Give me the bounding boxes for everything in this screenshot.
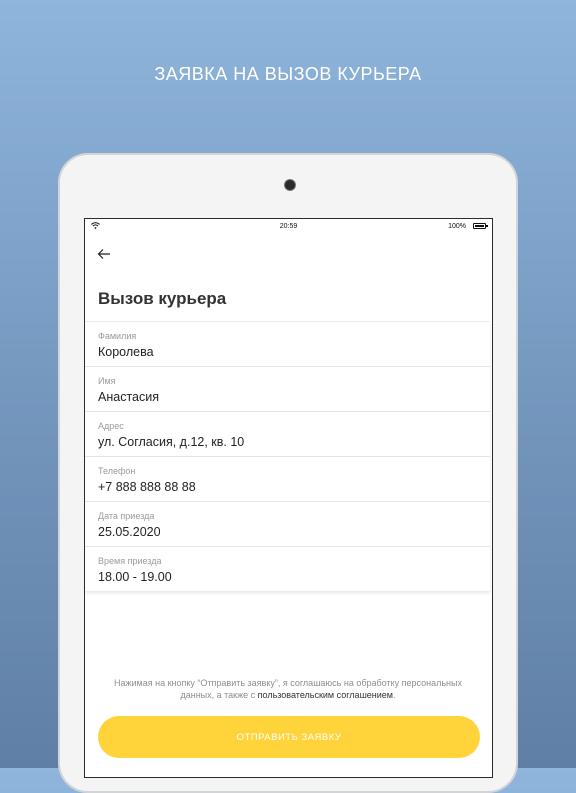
surname-field[interactable]: Фамилия Королева bbox=[85, 322, 490, 367]
field-value: 18.00 - 19.00 bbox=[98, 570, 172, 584]
field-value: 25.05.2020 bbox=[98, 525, 161, 539]
user-agreement-link[interactable]: пользовательским соглашением bbox=[258, 690, 393, 700]
back-button[interactable] bbox=[97, 245, 111, 266]
back-arrow-icon bbox=[97, 249, 110, 259]
field-label: Телефон bbox=[98, 466, 136, 476]
camera-icon bbox=[284, 179, 296, 191]
field-value: ул. Согласия, д.12, кв. 10 bbox=[98, 435, 245, 449]
field-label: Имя bbox=[98, 376, 116, 386]
field-label: Фамилия bbox=[98, 331, 137, 341]
arrival-date-field[interactable]: Дата приезда 25.05.2020 bbox=[85, 502, 490, 547]
battery-percent: 100% bbox=[448, 223, 466, 230]
field-label: Адрес bbox=[98, 421, 124, 431]
name-field[interactable]: Имя Анастасия bbox=[85, 367, 490, 412]
battery-icon bbox=[473, 223, 488, 229]
field-value: Анастасия bbox=[98, 390, 159, 404]
consent-text: Нажимая на кнопку “Отправить заявку”, я … bbox=[103, 677, 473, 701]
app-screen: 20:59 100% Вызов курьера Фамилия Королев… bbox=[84, 218, 493, 778]
address-field[interactable]: Адрес ул. Согласия, д.12, кв. 10 bbox=[85, 412, 490, 457]
field-label: Дата приезда bbox=[98, 511, 155, 521]
page-title: Вызов курьера bbox=[98, 289, 227, 308]
courier-form: Фамилия Королева Имя Анастасия Адрес ул.… bbox=[85, 321, 490, 591]
phone-field[interactable]: Телефон +7 888 888 88 88 bbox=[85, 457, 490, 502]
status-bar: 20:59 100% bbox=[85, 219, 492, 235]
consent-text-after: . bbox=[392, 690, 396, 700]
arrival-time-field[interactable]: Время приезда 18.00 - 19.00 bbox=[85, 547, 490, 591]
promo-title: ЗАЯВКА НА ВЫЗОВ КУРЬЕРА bbox=[154, 64, 422, 84]
field-value: +7 888 888 88 88 bbox=[98, 480, 196, 494]
field-label: Время приезда bbox=[98, 556, 162, 566]
status-time: 20:59 bbox=[279, 223, 298, 230]
field-value: Королева bbox=[98, 345, 154, 359]
submit-request-button[interactable]: ОТПРАВИТЬ ЗАЯВКУ bbox=[98, 716, 480, 758]
